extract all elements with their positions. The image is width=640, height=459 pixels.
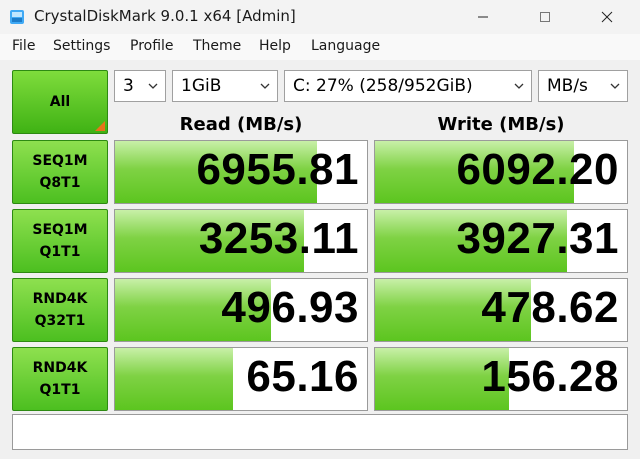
read-value: 3253.11 xyxy=(198,214,359,263)
write-value: 6092.20 xyxy=(456,145,619,194)
menu-profile[interactable]: Profile xyxy=(130,38,174,54)
test-size-select[interactable]: 1GiB xyxy=(172,70,278,102)
write-value: 478.62 xyxy=(481,283,619,332)
drive-select[interactable]: C: 27% (258/952GiB) xyxy=(284,70,532,102)
corner-marker-icon xyxy=(95,121,105,131)
read-value: 6955.81 xyxy=(196,145,359,194)
write-result-seq1m-q1t1: 3927.31 xyxy=(374,209,628,273)
all-button[interactable]: All xyxy=(12,70,108,134)
read-result-seq1m-q1t1: 3253.11 xyxy=(114,209,368,273)
read-header: Read (MB/s) xyxy=(179,113,303,135)
read-result-rnd4k-q32t1: 496.93 xyxy=(114,278,368,342)
test-button-rnd4k-q1t1[interactable]: RND4K Q1T1 xyxy=(12,347,108,411)
unit-select[interactable]: MB/s xyxy=(538,70,628,102)
maximize-button[interactable] xyxy=(522,0,568,34)
write-header: Write (MB/s) xyxy=(437,113,565,135)
close-icon xyxy=(601,11,613,23)
test-size-value: 1GiB xyxy=(181,76,222,96)
test-button-seq1m-q1t1[interactable]: SEQ1M Q1T1 xyxy=(12,209,108,273)
all-button-label: All xyxy=(49,94,71,110)
test-name-line2: Q32T1 xyxy=(34,313,86,329)
read-result-seq1m-q8t1: 6955.81 xyxy=(114,140,368,204)
read-score-bar xyxy=(115,348,234,410)
comment-field[interactable] xyxy=(12,414,628,450)
test-name-line1: SEQ1M xyxy=(32,153,88,169)
menu-language[interactable]: Language xyxy=(311,38,380,54)
chevron-down-icon xyxy=(514,83,524,89)
crystaldiskmark-app-icon xyxy=(10,10,24,24)
unit-value: MB/s xyxy=(547,76,588,96)
chevron-down-icon xyxy=(610,83,620,89)
read-result-rnd4k-q1t1: 65.16 xyxy=(114,347,368,411)
window-title: CrystalDiskMark 9.0.1 x64 [Admin] xyxy=(34,7,296,25)
write-value: 3927.31 xyxy=(456,214,619,263)
drive-value: C: 27% (258/952GiB) xyxy=(293,76,473,96)
close-button[interactable] xyxy=(584,0,630,34)
test-button-seq1m-q8t1[interactable]: SEQ1M Q8T1 xyxy=(12,140,108,204)
chevron-down-icon xyxy=(148,83,158,89)
menu-help[interactable]: Help xyxy=(259,38,291,54)
write-result-rnd4k-q32t1: 478.62 xyxy=(374,278,628,342)
menu-file[interactable]: File xyxy=(12,38,35,54)
write-value: 156.28 xyxy=(481,352,619,401)
title-bar: CrystalDiskMark 9.0.1 x64 [Admin] xyxy=(0,0,640,34)
minimize-button[interactable] xyxy=(460,0,506,34)
test-name-line2: Q1T1 xyxy=(39,382,81,398)
test-name-line2: Q8T1 xyxy=(39,175,81,191)
write-result-seq1m-q8t1: 6092.20 xyxy=(374,140,628,204)
menu-settings[interactable]: Settings xyxy=(53,38,110,54)
menu-theme[interactable]: Theme xyxy=(193,38,241,54)
test-count-select[interactable]: 3 xyxy=(114,70,166,102)
menu-bar: File Settings Profile Theme Help Languag… xyxy=(0,34,640,60)
test-name-line1: SEQ1M xyxy=(32,222,88,238)
maximize-icon xyxy=(540,12,550,22)
read-value: 496.93 xyxy=(221,283,359,332)
write-result-rnd4k-q1t1: 156.28 xyxy=(374,347,628,411)
chevron-down-icon xyxy=(260,83,270,89)
test-name-line2: Q1T1 xyxy=(39,244,81,260)
test-count-value: 3 xyxy=(123,76,134,96)
minimize-icon xyxy=(478,16,488,18)
test-name-line1: RND4K xyxy=(32,360,88,376)
test-name-line1: RND4K xyxy=(32,291,88,307)
test-button-rnd4k-q32t1[interactable]: RND4K Q32T1 xyxy=(12,278,108,342)
read-value: 65.16 xyxy=(246,352,359,401)
